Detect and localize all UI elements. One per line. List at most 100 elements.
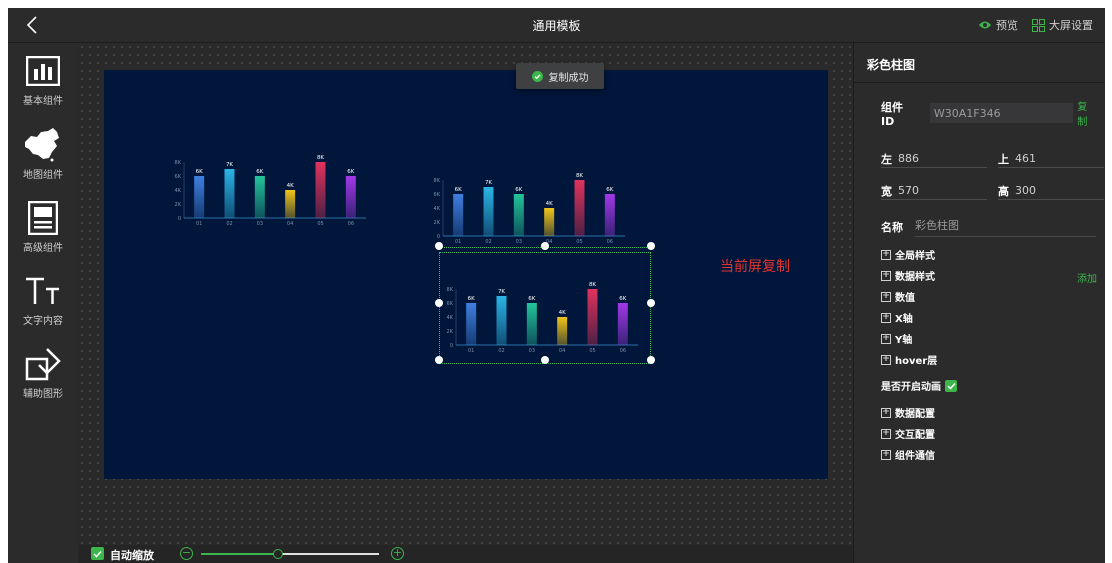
zoom-slider-fill [201,553,278,555]
sidebar-item-label: 辅助图形 [23,389,63,400]
component-id-value: W30A1F346 [929,103,1074,123]
section-label: 数值 [895,293,915,304]
expand-plus-icon: + [881,311,891,323]
selection-ghost-outline [439,155,651,248]
zoom-slider[interactable] [201,549,379,559]
resize-handle-top-right[interactable] [647,242,655,250]
left-field[interactable]: 左 886 [881,150,987,168]
section-label: 数据配置 [895,409,935,420]
resize-handle-right[interactable] [647,299,655,307]
section-label: 交互配置 [895,430,935,441]
sidebar-item-text-content[interactable]: 文字内容 [8,273,78,327]
zoom-in-button[interactable]: + [391,547,404,560]
resize-handle-bottom-left[interactable] [435,356,443,364]
preview-label: 预览 [996,19,1018,32]
add-data-style-button[interactable]: 添加 [1077,270,1097,285]
zoom-bar: 自动缩放 − + [78,545,853,563]
checkmark-icon [946,382,956,390]
data-label: 6K [256,169,263,175]
data-label: 6K [196,169,203,175]
check-circle-icon [531,70,543,82]
resize-handle-left[interactable] [435,299,443,307]
x-tick-label: 03 [257,221,263,227]
grid-settings-icon [1032,18,1045,32]
component-sidebar: 基本组件 地图组件 高级组件 文字内容 辅助图形 [8,43,78,563]
section-interaction-config[interactable]: + 交互配置 [881,426,935,441]
sidebar-item-basic-components[interactable]: 基本组件 [8,53,78,107]
screen-settings-button[interactable]: 大屏设置 [1032,17,1093,33]
toast-text: 复制成功 [548,72,589,84]
section-x-axis[interactable]: + X轴 [881,310,913,325]
section-component-communication[interactable]: + 组件通信 [881,447,935,462]
width-field[interactable]: 宽 570 [881,182,987,200]
x-tick-label: 02 [226,221,232,227]
section-y-axis[interactable]: + Y轴 [881,331,912,346]
expand-plus-icon: + [881,448,891,460]
sidebar-item-auxiliary-shapes[interactable]: 辅助图形 [8,346,78,400]
bar [254,176,265,218]
copy-id-button[interactable]: 复制 [1077,98,1096,128]
expand-plus-icon: + [881,290,891,302]
y-tick-label: 0 [178,216,181,222]
text-icon [26,277,59,304]
section-label: 数据样式 [895,272,935,283]
checkmark-icon [93,550,102,558]
left-label: 左 [881,152,892,166]
sidebar-item-advanced-components[interactable]: 高级组件 [8,200,78,254]
animation-checkbox[interactable] [945,379,957,392]
section-label: 组件通信 [895,451,935,462]
y-tick-label: 4K [175,188,182,194]
sidebar-item-label: 文字内容 [23,316,63,327]
eye-icon [979,21,991,29]
height-label: 高 [998,184,1009,198]
screen-settings-label: 大屏设置 [1049,19,1093,32]
section-value[interactable]: + 数值 [881,289,915,304]
left-value: 886 [898,152,919,165]
resize-handle-top[interactable] [541,242,549,250]
animation-toggle-row: 是否开启动画 [881,378,957,393]
copy-annotation: 当前屏复制 [720,259,790,275]
resize-handle-bottom[interactable] [541,356,549,364]
expand-plus-icon: + [881,332,891,344]
top-field[interactable]: 上 461 [998,150,1104,168]
data-label: 7K [226,162,233,168]
page-title: 通用模板 [532,19,581,33]
height-field[interactable]: 高 300 [998,182,1104,200]
x-tick-label: 01 [196,221,202,227]
resize-handle-bottom-right[interactable] [647,356,655,364]
selection-box [439,252,651,364]
preview-button[interactable]: 预览 [978,17,1018,33]
name-label: 名称 [881,221,903,234]
data-label: 8K [317,155,324,161]
section-label: X轴 [895,314,913,325]
resize-handle-top-left[interactable] [435,242,443,250]
sidebar-item-map-components[interactable]: 地图组件 [8,127,78,181]
y-tick-label: 2K [175,202,182,208]
bar-chart-icon [26,56,60,86]
bar-chart-component[interactable]: 0 2K 4K 6K 8K 6K 01 7K 02 6K 03 4K 04 8K 05 6K 06 [170,150,370,232]
auto-zoom-checkbox[interactable] [91,547,104,560]
top-actions: 预览 大屏设置 [978,17,1093,33]
sidebar-item-label: 高级组件 [23,243,63,254]
expand-plus-icon: + [881,353,891,365]
section-data-style[interactable]: + 数据样式 [881,268,935,283]
top-value: 461 [1015,152,1036,165]
section-data-config[interactable]: + 数据配置 [881,405,935,420]
editor-canvas[interactable]: 0 2K 4K 6K 8K 6K 01 7K 02 6K 03 4K 04 8K 05 6K 06 0 2K 4K 6… [78,43,853,545]
sidebar-item-label: 基本组件 [23,96,63,107]
bar [345,176,356,218]
section-global-style[interactable]: + 全局样式 [881,247,935,262]
zoom-out-button[interactable]: − [180,547,193,560]
china-map-icon [25,128,59,162]
section-hover-layer[interactable]: + hover层 [881,352,937,367]
data-label: 6K [347,169,354,175]
bar [224,169,235,218]
shapes-icon [25,348,61,381]
screen-artboard[interactable]: 0 2K 4K 6K 8K 6K 01 7K 02 6K 03 4K 04 8K 05 6K 06 0 2K 4K 6… [104,70,828,479]
name-input[interactable]: 彩色柱图 [915,217,1096,237]
zoom-slider-thumb[interactable] [272,549,283,559]
advanced-component-icon [28,201,58,235]
x-tick-label: 06 [348,221,354,227]
toast-message: 复制成功 [516,63,604,89]
expand-plus-icon: + [881,427,891,439]
